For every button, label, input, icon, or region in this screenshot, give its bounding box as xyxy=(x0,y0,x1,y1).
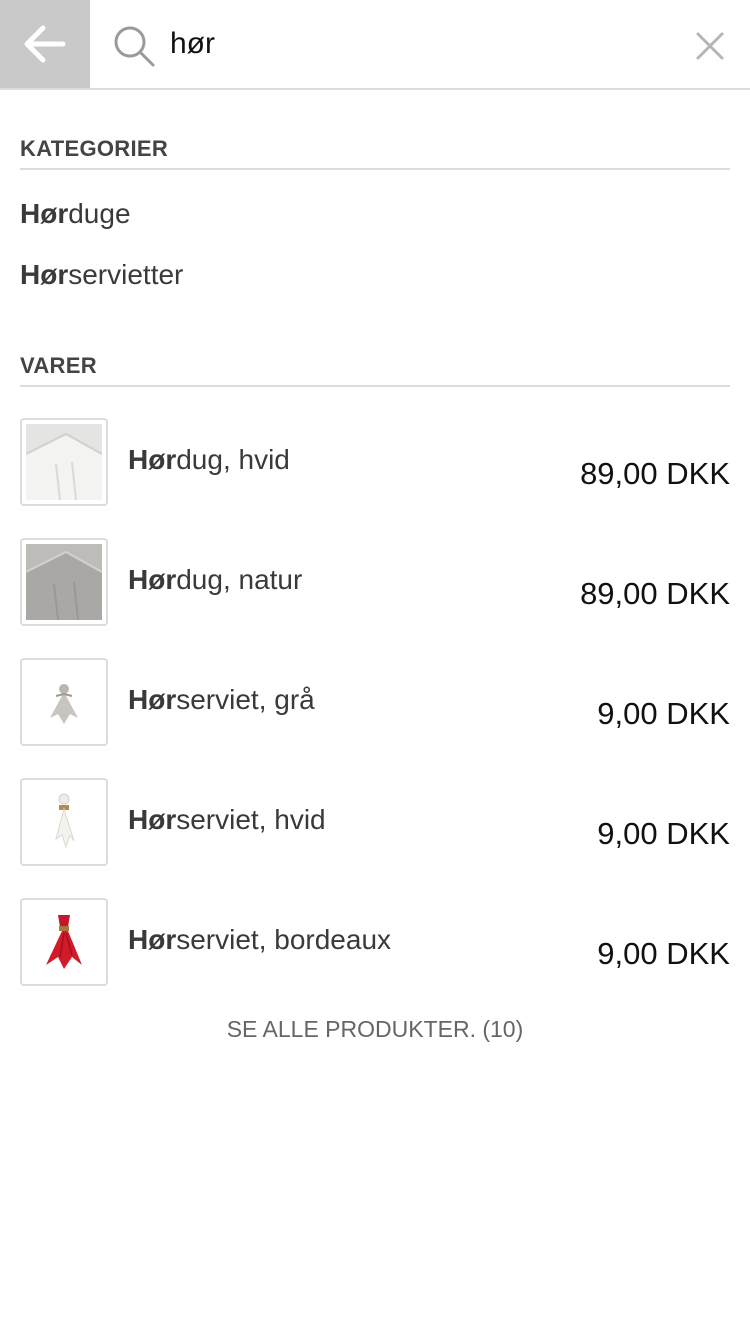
napkin-image xyxy=(50,684,78,724)
product-name: Hørserviet, grå xyxy=(128,684,315,716)
back-button[interactable] xyxy=(0,0,90,88)
close-icon xyxy=(696,32,724,60)
product-name: Hørdug, natur xyxy=(128,564,302,596)
product-name: Hørserviet, hvid xyxy=(128,804,326,836)
product-name: Hørdug, hvid xyxy=(128,444,290,476)
category-item[interactable]: Hørduge xyxy=(20,198,131,230)
product-row[interactable]: Hørserviet, grå 9,00 DKK xyxy=(20,658,730,746)
category-label: servietter xyxy=(68,259,184,290)
product-row[interactable]: Hørserviet, bordeaux 9,00 DKK xyxy=(20,898,730,986)
match-text: Hør xyxy=(20,259,69,290)
arrow-left-icon xyxy=(24,25,66,63)
search-input[interactable] xyxy=(170,20,670,68)
category-item[interactable]: Hørservietter xyxy=(20,259,183,291)
clear-search-button[interactable] xyxy=(688,24,732,68)
match-text: Hør xyxy=(128,804,177,835)
napkin-image xyxy=(46,915,82,969)
product-price: 89,00 DKK xyxy=(580,576,730,611)
match-text: Hør xyxy=(128,684,177,715)
product-thumbnail xyxy=(20,538,108,626)
match-text: Hør xyxy=(128,444,177,475)
product-label: dug, hvid xyxy=(176,444,290,475)
product-thumbnail xyxy=(20,778,108,866)
product-label: dug, natur xyxy=(176,564,303,595)
category-label: duge xyxy=(68,198,131,229)
product-price: 9,00 DKK xyxy=(597,816,730,851)
match-text: Hør xyxy=(128,924,177,955)
product-price: 9,00 DKK xyxy=(597,696,730,731)
match-text: Hør xyxy=(20,198,69,229)
product-name: Hørserviet, bordeaux xyxy=(128,924,391,956)
product-row[interactable]: Hørserviet, hvid 9,00 DKK xyxy=(20,778,730,866)
product-row[interactable]: Hørdug, natur 89,00 DKK xyxy=(20,538,730,626)
see-all-products-link[interactable]: SE ALLE PRODUKTER. (10) xyxy=(0,1016,750,1043)
tablecloth-image xyxy=(26,544,102,620)
categories-header: KATEGORIER xyxy=(20,136,730,170)
search-bar xyxy=(0,0,750,90)
product-label: serviet, grå xyxy=(176,684,315,715)
products-header: VARER xyxy=(20,353,730,387)
product-price: 9,00 DKK xyxy=(597,936,730,971)
product-price: 89,00 DKK xyxy=(580,456,730,491)
product-label: serviet, hvid xyxy=(176,804,326,835)
napkin-image xyxy=(55,793,75,849)
product-thumbnail xyxy=(20,658,108,746)
tablecloth-image xyxy=(26,424,102,500)
match-text: Hør xyxy=(128,564,177,595)
product-row[interactable]: Hørdug, hvid 89,00 DKK xyxy=(20,418,730,506)
product-label: serviet, bordeaux xyxy=(176,924,392,955)
product-thumbnail xyxy=(20,418,108,506)
search-icon xyxy=(114,26,155,67)
product-thumbnail xyxy=(20,898,108,986)
